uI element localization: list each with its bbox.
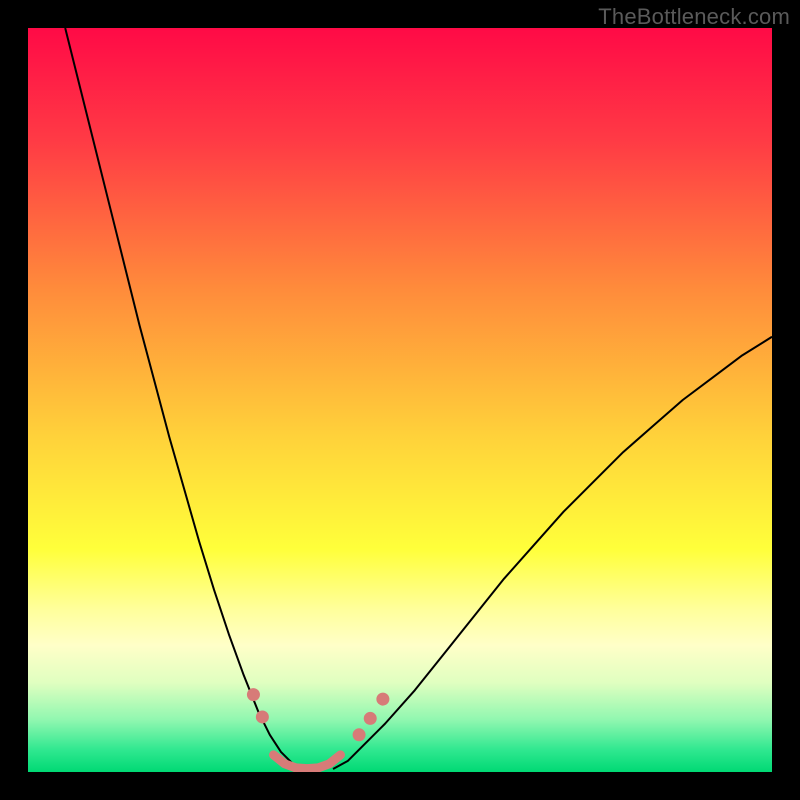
plot-area: [28, 28, 772, 772]
dot-right-1: [353, 728, 366, 741]
gradient-background: [28, 28, 772, 772]
dot-left-2: [256, 710, 269, 723]
dot-right-3: [376, 693, 389, 706]
chart-frame: TheBottleneck.com: [0, 0, 800, 800]
dot-left-1: [247, 688, 260, 701]
dot-right-2: [364, 712, 377, 725]
watermark-text: TheBottleneck.com: [598, 4, 790, 30]
chart-svg: [28, 28, 772, 772]
